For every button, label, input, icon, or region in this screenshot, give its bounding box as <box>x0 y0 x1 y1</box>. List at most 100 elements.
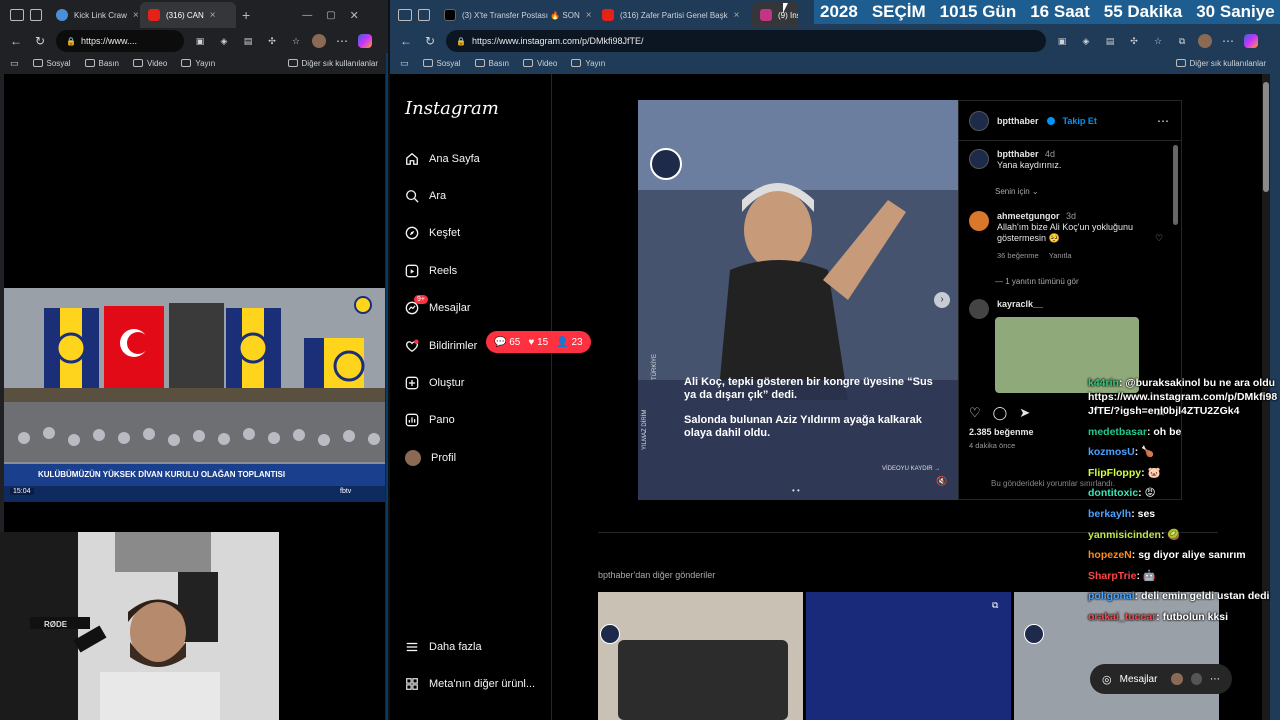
account-avatar[interactable] <box>969 110 989 131</box>
refresh-icon[interactable]: ↻ <box>32 34 48 48</box>
bookmark-folder[interactable]: Video <box>133 59 167 68</box>
extensions-puzzle-icon[interactable]: ✣ <box>264 36 280 47</box>
caption-avatar[interactable] <box>969 149 989 169</box>
share-icon[interactable]: ➤ <box>1019 405 1030 421</box>
sidebar-toggle-icon[interactable] <box>418 9 430 21</box>
nav-meta-products[interactable]: Meta'nın diğer ürünl... <box>405 677 535 691</box>
tab-instagram[interactable]: (9) Insta <box>752 2 798 28</box>
post-media[interactable]: Ali Koç, tepki gösteren bir kongre üyesi… <box>638 100 958 500</box>
bookmark-folder[interactable]: Sosyal <box>422 59 461 68</box>
post-options-icon[interactable]: ⋯ <box>1157 114 1169 128</box>
new-tab-icon[interactable]: + <box>242 7 250 23</box>
reply-button[interactable]: Yanıtla <box>1049 251 1072 260</box>
comment-user[interactable]: kayraclk__ <box>997 299 1043 319</box>
close-tab-icon[interactable]: × <box>133 10 139 21</box>
address-bar[interactable]: 🔒 https://www.instagram.com/p/DMkfi98JfT… <box>446 30 1046 52</box>
extension-icon[interactable]: ◈ <box>1078 36 1094 47</box>
comment-like-icon[interactable]: ♡ <box>1155 233 1163 244</box>
more-post-1[interactable] <box>598 592 803 720</box>
comment-user[interactable]: ahmeetgungor <box>997 211 1060 221</box>
nav-messages[interactable]: Mesajlar 9+ <box>405 295 471 315</box>
nav-more[interactable]: Daha fazla <box>405 640 482 654</box>
close-tab-icon[interactable]: × <box>586 10 592 21</box>
mute-icon[interactable]: 🔇 <box>936 476 948 488</box>
extension-icon[interactable]: ▤ <box>1102 36 1118 47</box>
view-replies[interactable]: — 1 yanıtın tümünü gör <box>995 277 1079 286</box>
avatar[interactable] <box>312 34 326 48</box>
extension-icon[interactable]: ◈ <box>216 36 232 47</box>
chat-text: sg diyor aliye sanırım <box>1138 549 1246 562</box>
messages-floating-button[interactable]: ◎ Mesajlar ⋯ <box>1090 664 1232 694</box>
sidebar-toggle-icon[interactable] <box>30 9 42 21</box>
favorites-icon[interactable]: ☆ <box>288 36 304 47</box>
bookmark-folder[interactable]: Sosyal <box>32 59 71 68</box>
commenter-avatar[interactable] <box>969 211 989 231</box>
nav-profile[interactable]: Profil <box>405 450 456 466</box>
extension-icon[interactable]: ▣ <box>1054 36 1070 47</box>
tab-youtube[interactable]: (316) CAN × <box>140 2 236 28</box>
comment-filter[interactable]: Senin için ⌄ <box>995 187 1039 196</box>
back-icon[interactable]: ← <box>8 34 24 48</box>
collections-icon[interactable]: ⧉ <box>1174 36 1190 47</box>
more-icon[interactable]: ⋯ <box>1220 34 1236 48</box>
bookmark-folder[interactable]: Video <box>523 59 557 68</box>
instagram-logo[interactable]: Instagram <box>405 98 499 119</box>
more-icon[interactable]: ⋯ <box>334 34 350 48</box>
copilot-icon[interactable] <box>358 34 372 48</box>
tab-actions-icon[interactable] <box>10 9 24 21</box>
nav-explore[interactable]: Keşfet <box>405 226 460 240</box>
scroll-thumb[interactable] <box>1263 82 1269 192</box>
nav-dashboard[interactable]: Pano <box>405 413 455 427</box>
countdown-days: 1015 Gün <box>939 2 1017 21</box>
extension-icon[interactable]: ▤ <box>240 36 256 47</box>
comment-icon[interactable]: ◯ <box>993 405 1008 421</box>
address-bar[interactable]: 🔒 https://www.... <box>56 30 184 52</box>
bookmark-label: Video <box>537 58 558 68</box>
extension-icon[interactable]: ▣ <box>192 36 208 47</box>
close-tab-icon[interactable]: × <box>734 10 740 21</box>
nav-label: Meta'nın diğer ürünl... <box>429 678 536 690</box>
bookmark-folder-other[interactable]: Diğer sık kullanılanlar <box>287 59 378 68</box>
caption-user[interactable]: bptthaber <box>997 149 1039 159</box>
tab-actions-icon[interactable] <box>398 9 412 21</box>
extensions-puzzle-icon[interactable]: ✣ <box>1126 36 1142 47</box>
notification-pill[interactable]: 💬 65 ♥ 15 👤 23 <box>486 331 591 353</box>
bookmark-folder[interactable]: Yayın <box>181 59 215 68</box>
copilot-icon[interactable] <box>1244 34 1258 48</box>
more-post-2[interactable]: ⧉ <box>806 592 1011 720</box>
nav-search[interactable]: Ara <box>405 189 446 203</box>
follow-button[interactable]: Takip Et <box>1063 116 1097 126</box>
tab-zafer-partisi[interactable]: (316) Zafer Partisi Genel Başk × <box>594 2 752 28</box>
close-window-icon[interactable]: ✕ <box>350 9 359 22</box>
more-icon: ⋯ <box>1210 673 1220 685</box>
tab-kick-link[interactable]: Kick Link Craw × <box>48 2 140 28</box>
reading-list-icon[interactable]: ▭ <box>400 58 409 69</box>
favorites-icon[interactable]: ☆ <box>1150 36 1166 47</box>
bookmark-folder[interactable]: Basın <box>474 59 509 68</box>
nav-notifications[interactable]: Bildirimler <box>405 339 477 353</box>
next-arrow-icon[interactable]: › <box>934 292 950 308</box>
nav-create[interactable]: Oluştur <box>405 376 464 390</box>
avatar[interactable] <box>1198 34 1212 48</box>
minimize-icon[interactable]: — <box>302 10 312 21</box>
back-icon[interactable]: ← <box>398 34 414 48</box>
like-count[interactable]: 2.385 beğenme <box>969 427 1034 437</box>
panel-scrollbar[interactable] <box>1173 145 1178 225</box>
like-icon[interactable]: ♡ <box>969 405 981 421</box>
tab-x-transfer[interactable]: (3) X'te Transfer Postası 🔥 SON × <box>436 2 594 28</box>
refresh-icon[interactable]: ↻ <box>422 34 438 48</box>
commenter-avatar[interactable] <box>969 299 989 319</box>
bookmark-folder[interactable]: Yayın <box>571 59 605 68</box>
close-tab-icon[interactable]: × <box>210 10 216 21</box>
congress-video[interactable]: KULÜBÜMÜZÜN YÜKSEK DİVAN KURULU OLAĞAN T… <box>4 288 385 502</box>
nav-reels[interactable]: Reels <box>405 264 457 278</box>
comment-likes[interactable]: 36 beğenme <box>997 251 1039 260</box>
reading-list-icon[interactable]: ▭ <box>10 58 19 69</box>
nav-home[interactable]: Ana Sayfa <box>405 152 480 166</box>
bookmark-folder[interactable]: Basın <box>84 59 119 68</box>
account-name[interactable]: bptthaber <box>997 116 1039 126</box>
bookmark-folder-other[interactable]: Diğer sık kullanılanlar <box>1175 59 1266 68</box>
post-subline: Salonda bulunan Aziz Yıldırım ayağa kalk… <box>684 414 922 439</box>
maximize-icon[interactable]: ▢ <box>326 10 335 21</box>
comment-icon: 💬 <box>494 336 507 348</box>
